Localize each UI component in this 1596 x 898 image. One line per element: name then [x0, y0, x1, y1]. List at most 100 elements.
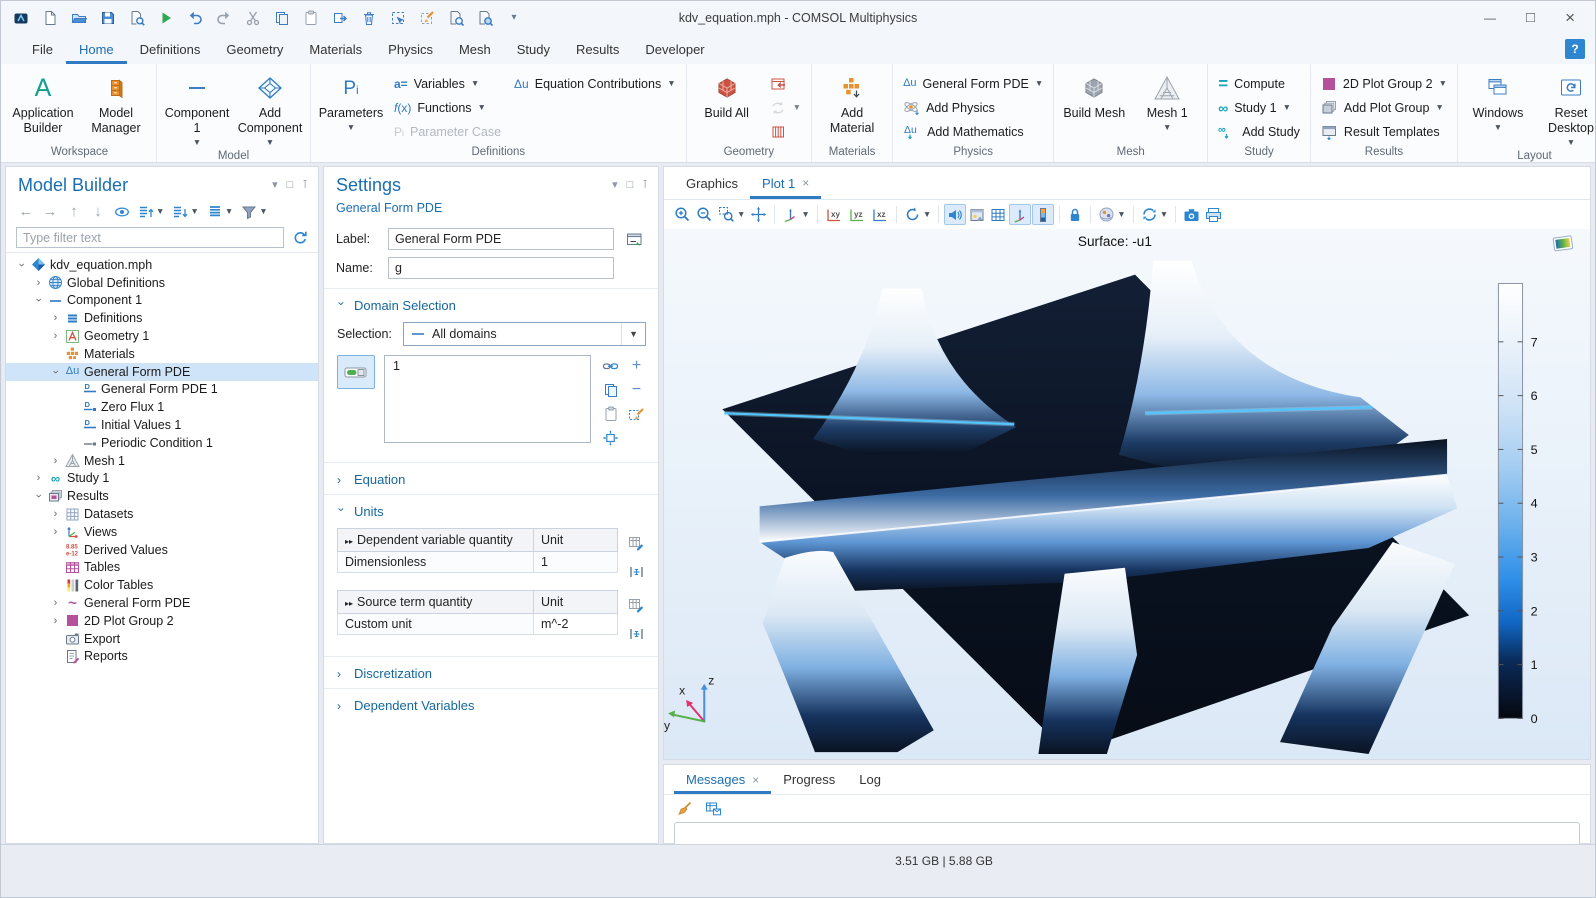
ribbon-add-component-button[interactable]: Add Component ▼ — [235, 69, 305, 149]
tree-item-zero-flux-1[interactable]: D Zero Flux 1 — [6, 398, 318, 416]
gzoom-box-button[interactable]: ▼ — [716, 204, 747, 225]
tree-item-geometry-1[interactable]: › Geometry 1 — [6, 327, 318, 345]
tree-item-mesh-1[interactable]: › Mesh 1 — [6, 452, 318, 470]
gzoom-in-button[interactable] — [672, 204, 693, 225]
tree-item-definitions[interactable]: › Definitions — [6, 309, 318, 327]
nav-left-button[interactable]: ← — [16, 201, 36, 222]
ribbon-equation-contributions-button[interactable]: Δu Equation Contributions ▼ — [509, 72, 681, 95]
help-button[interactable]: ? — [1565, 39, 1585, 59]
graphics-canvas[interactable]: Surface: -u1 — [664, 229, 1590, 759]
tree-item-periodic-condition-1[interactable]: Periodic Condition 1 — [6, 434, 318, 452]
tree-expander-icon[interactable]: › — [50, 364, 62, 379]
gcamera-button[interactable] — [1181, 204, 1202, 225]
funnel-button[interactable]: ▼ — [239, 201, 269, 222]
ribbon-add-mathematics-button[interactable]: Δu Add Mathematics — [898, 120, 1048, 143]
clearsel-button[interactable] — [626, 403, 647, 424]
nav-up-button[interactable]: ↑ — [64, 201, 84, 222]
copy-button[interactable] — [272, 8, 292, 28]
ribbon-general-form-pde-button[interactable]: Δu General Form PDE ▼ — [898, 72, 1048, 95]
redo-button[interactable] — [214, 8, 234, 28]
gtriad2-button[interactable] — [1009, 204, 1031, 225]
ribbon-windows-button[interactable]: Windows ▼ — [1463, 69, 1533, 134]
menu-tab-physics[interactable]: Physics — [375, 34, 446, 64]
tbl-edit-button[interactable] — [624, 531, 648, 555]
deselect-button[interactable] — [417, 8, 437, 28]
select-button[interactable] — [388, 8, 408, 28]
menu-tab-geometry[interactable]: Geometry — [213, 34, 296, 64]
ribbon-result-templates-button[interactable]: Result Templates — [1316, 120, 1452, 143]
name-input[interactable] — [388, 257, 614, 279]
messages-tab-messages[interactable]: Messages × — [674, 765, 771, 794]
tree-expander-icon[interactable]: › — [16, 257, 28, 272]
ribbon-functions-button[interactable]: f(x) Functions ▼ — [389, 96, 506, 119]
close-button[interactable]: × — [1565, 9, 1575, 26]
ribbon-add-material-button[interactable]: Add Material — [817, 69, 887, 139]
selection-listbox[interactable]: 1 — [384, 355, 591, 443]
ribbon-reset-desktop-button[interactable]: Reset Desktop ▼ — [1536, 69, 1596, 149]
tree-expander-icon[interactable]: › — [33, 293, 45, 308]
app-logo-button[interactable] — [11, 8, 31, 28]
ggrid-button[interactable] — [988, 204, 1008, 225]
genv-button[interactable]: ▼ — [1096, 204, 1127, 225]
active-selection-toggle[interactable] — [337, 355, 375, 389]
menu-tab-home[interactable]: Home — [66, 34, 127, 64]
gzoom-out-button[interactable] — [694, 204, 715, 225]
chain-button[interactable] — [600, 355, 621, 376]
ribbon-geo-virtual-button[interactable] — [765, 120, 806, 143]
zoomto-button[interactable] — [600, 427, 621, 448]
panel-menu-icon[interactable]: ▾ — [612, 180, 618, 191]
tree-item-component-1[interactable]: › Component 1 — [6, 292, 318, 310]
tbl-mail-button[interactable] — [703, 798, 724, 819]
glegend-button[interactable] — [1032, 204, 1054, 225]
ribbon-compute-button[interactable]: = Compute — [1213, 72, 1305, 95]
maximize-button[interactable]: □ — [1526, 10, 1535, 25]
close-tab-icon[interactable]: × — [802, 176, 809, 190]
overflow-button[interactable]: ▾ — [504, 8, 524, 28]
close-tab-icon[interactable]: × — [752, 773, 759, 787]
tree-item-datasets[interactable]: › Datasets — [6, 505, 318, 523]
tbl-edit-button[interactable] — [624, 593, 648, 617]
gview-xz-button[interactable]: xz — [869, 204, 891, 225]
ribbon-build-all-button[interactable]: Build All — [692, 69, 762, 124]
undo-button[interactable] — [185, 8, 205, 28]
tree-item-study-1[interactable]: ›∞ Study 1 — [6, 470, 318, 488]
table-row[interactable]: Custom unit m^-2 — [338, 614, 618, 635]
rename-button[interactable] — [622, 227, 646, 251]
menu-tab-materials[interactable]: Materials — [296, 34, 375, 64]
gspeaker-button[interactable] — [944, 204, 966, 225]
gtriad-button[interactable]: ▼ — [780, 204, 811, 225]
pin-panel-icon[interactable]: ⊺ — [642, 180, 648, 191]
tree-item-kdv-equation-mph[interactable]: › kdv_equation.mph — [6, 256, 318, 274]
tree-expander-icon[interactable]: › — [48, 597, 63, 609]
tree-item-initial-values-1[interactable]: D Initial Values 1 — [6, 416, 318, 434]
tree-item-export[interactable]: Export — [6, 630, 318, 648]
tree-expander-icon[interactable]: › — [48, 508, 63, 520]
grotate-button[interactable]: ▼ — [902, 204, 933, 225]
tree-item-views[interactable]: › Views — [6, 523, 318, 541]
label-input[interactable] — [388, 228, 614, 250]
messages-tab-progress[interactable]: Progress — [771, 765, 847, 794]
menu-tab-developer[interactable]: Developer — [632, 34, 717, 64]
graphics-tab-plot-1[interactable]: Plot 1 × — [750, 167, 821, 199]
nav-right-button[interactable]: → — [40, 201, 60, 222]
tree-item-global-definitions[interactable]: › Global Definitions — [6, 274, 318, 292]
ribbon-add-study-button[interactable]: ∞ Add Study — [1213, 120, 1305, 143]
columns-button[interactable]: ▼ — [205, 201, 235, 222]
tbl-io-button[interactable] — [624, 560, 648, 584]
paste-button[interactable] — [301, 8, 321, 28]
panel-menu-icon[interactable]: ▾ — [272, 180, 278, 191]
tree-item-reports[interactable]: Reports — [6, 648, 318, 666]
expand-tree-button[interactable]: ▼ — [136, 201, 166, 222]
paste-button[interactable] — [600, 403, 621, 424]
ribbon-build-mesh-button[interactable]: Build Mesh — [1059, 69, 1129, 124]
ribbon-component-1-button[interactable]: Component 1 ▼ — [162, 69, 232, 149]
minus-button[interactable]: − — [626, 379, 647, 400]
tree-item-general-form-pde[interactable]: ›~ General Form PDE — [6, 594, 318, 612]
tree-item-color-tables[interactable]: Color Tables — [6, 576, 318, 594]
ribbon-mesh-1-button[interactable]: Mesh 1 ▼ — [1132, 69, 1202, 134]
gprint-button[interactable] — [1203, 204, 1224, 225]
ribbon-application-builder-button[interactable]: A Application Builder — [8, 69, 78, 139]
plot-3d-surface[interactable]: Surface: -u1 — [664, 229, 1590, 759]
section-equation[interactable]: › Equation — [324, 462, 658, 494]
section-discretization[interactable]: › Discretization — [324, 656, 658, 688]
